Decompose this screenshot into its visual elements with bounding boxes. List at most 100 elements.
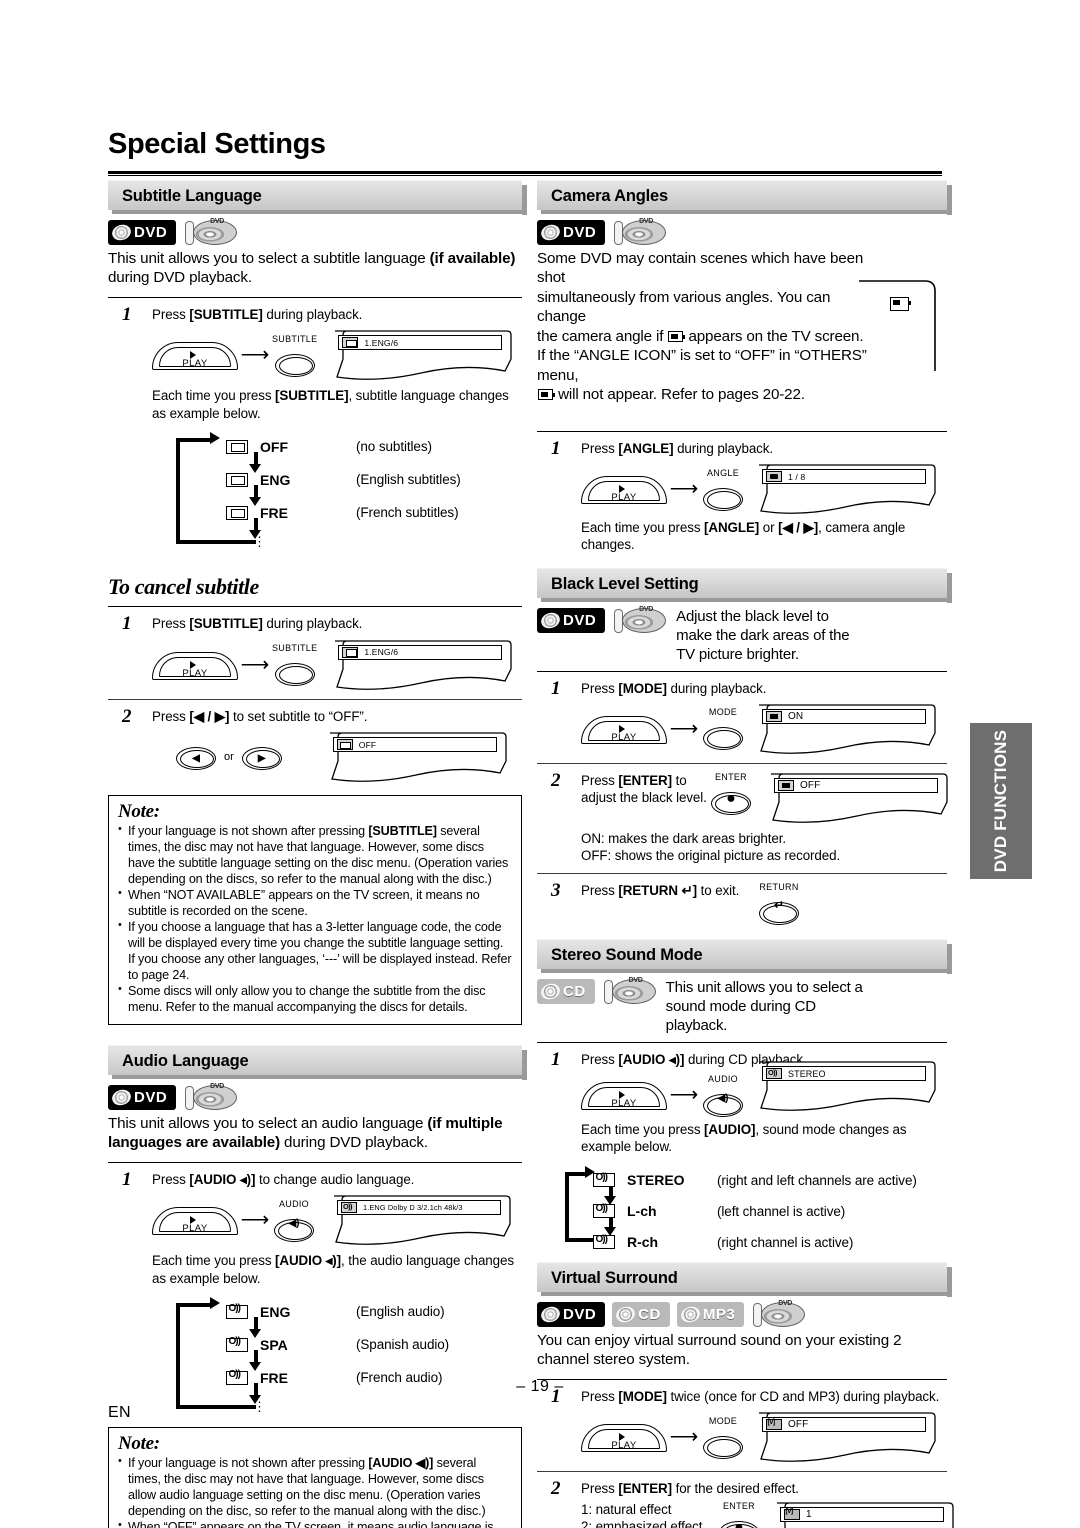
step-cancel-2: 2 Press [◀ / ▶] to set subtitle to “OFF”… — [108, 705, 522, 783]
step-number: 1 — [122, 303, 132, 325]
cycle-item: SPA (Spanish audio) — [108, 1328, 522, 1361]
divider — [537, 872, 947, 874]
subtitle-osd-icon — [336, 739, 353, 751]
black-level-desc-on: ON: makes the dark areas brighter. — [581, 830, 786, 846]
cycle-item: ENG (English subtitles) — [108, 463, 522, 496]
key-label: SUBTITLE — [272, 333, 318, 344]
arrow-right-icon: ⟶ — [669, 1426, 699, 1449]
osd-text: OFF — [800, 779, 821, 791]
key-cap: ↵ — [757, 893, 801, 925]
tv-screen-osd: STEREO — [753, 1060, 937, 1112]
remote-key-subtitle: SUBTITLE — [272, 643, 318, 687]
right-column: Camera Angles DVD DVD Some DVD may conta… — [537, 180, 954, 1528]
vsurround-desc-1: 1: natural effect — [581, 1501, 672, 1517]
audio-osd-icon — [766, 1068, 782, 1080]
note-box-audio: Note: If your language is not shown afte… — [108, 1427, 522, 1528]
section-heading-camera-angles: Camera Angles — [537, 180, 952, 215]
play-button-icon: PLAY — [152, 340, 238, 371]
osd-bar: 1.ENG Dolby D 3/2.1ch 48k/3 — [337, 1200, 501, 1216]
subtitle-osd-icon — [226, 472, 248, 487]
audio-osd-icon — [226, 1336, 248, 1352]
cycle-desc: (left channel is active) — [717, 1203, 846, 1219]
step-blacklevel-2: 2 Press [ENTER] to adjust the black leve… — [537, 770, 948, 865]
camera-angle-icon — [890, 297, 911, 311]
cycle-desc: (English audio) — [356, 1304, 445, 1319]
step-number: 2 — [122, 705, 132, 727]
cycle-item: OFF (no subtitles) — [108, 430, 522, 463]
note-box-subtitle: Note: If your language is not shown afte… — [108, 795, 522, 1025]
tv-screen-osd: 1.ENG/6 — [329, 329, 513, 381]
arrow-right-icon: ⟶ — [669, 717, 699, 740]
page-title: Special Settings — [108, 128, 326, 160]
media-badges-camera: DVD DVD — [537, 218, 947, 246]
tv-screen-osd: 1 — [771, 1501, 955, 1528]
note-list: If your language is not shown after pres… — [118, 1455, 512, 1528]
camera-angles-intro: Some DVD may contain scenes which have b… — [537, 250, 867, 404]
note-list: If your language is not shown after pres… — [118, 823, 512, 1016]
cycle-label: R-ch — [627, 1234, 659, 1251]
divider — [537, 762, 947, 764]
key-label: SUBTITLE — [272, 643, 318, 654]
title-divider — [108, 171, 942, 176]
section-heading-virtual-surround: Virtual Surround — [537, 1261, 952, 1297]
cycle-desc: (Spanish audio) — [356, 1337, 450, 1352]
osd-text: OFF — [788, 1419, 809, 1431]
step-blacklevel-3: 3 Press [RETURN ↵] to exit. RETURN ↵ — [537, 880, 947, 925]
subheading-to-cancel-subtitle: To cancel subtitle — [108, 574, 259, 600]
cycle-label: ENG — [260, 471, 291, 488]
black-level-icon — [766, 710, 782, 722]
dvd-tray-icon: DVD — [753, 1300, 806, 1328]
tv-screen-osd: 1.ENG Dolby D 3/2.1ch 48k/3 — [328, 1194, 512, 1246]
key-label: AUDIO — [278, 1198, 309, 1209]
badge-cd: CD — [537, 978, 595, 1004]
cycle-label: ENG — [260, 1303, 291, 1320]
audio-osd-icon — [341, 1202, 357, 1214]
step-audio-1: 1 Press [AUDIO ◂)] to change audio langu… — [108, 1168, 522, 1246]
cycle-label: OFF — [260, 438, 288, 455]
media-badges-stereo: CD DVD — [537, 977, 656, 1005]
media-badges-black-level: DVD DVD — [537, 606, 667, 634]
cycle-item: FRE (French subtitles) — [108, 496, 522, 529]
cycle-item: L-ch (left channel is active) — [537, 1195, 947, 1228]
key-cap: ◀) — [701, 1085, 745, 1117]
side-tab-label: DVD FUNCTIONS — [991, 729, 1010, 873]
step-number: 2 — [551, 1478, 561, 1500]
cycle-label: L-ch — [627, 1203, 657, 1220]
key-label: ENTER — [714, 771, 747, 782]
stereo-cycle-intro: Each time you press [AUDIO], sound mode … — [581, 1121, 907, 1155]
step-blacklevel-1: 1 Press [MODE] during playback. PLAY ⟶ M… — [537, 677, 947, 755]
divider — [537, 1041, 947, 1043]
arrow-right-icon: ⟶ — [240, 1209, 270, 1232]
audio-osd-icon — [593, 1234, 615, 1250]
tv-screen-osd: OFF — [753, 1411, 937, 1463]
disc-icon — [539, 981, 562, 1002]
step-angle-1: 1 Press [ANGLE] during playback. PLAY ⟶ … — [537, 438, 947, 515]
step-number: 1 — [122, 1168, 132, 1190]
play-button-icon: PLAY — [581, 1080, 667, 1111]
audio-cycle-intro: Each time you press [AUDIO ◂)], the audi… — [152, 1253, 514, 1286]
subtitle-cycle-intro: Each time you press [SUBTITLE], subtitle… — [152, 388, 509, 421]
audio-language-intro: This unit allows you to select an audio … — [108, 1114, 503, 1152]
black-level-desc-off: OFF: shows the original picture as recor… — [581, 848, 841, 864]
section-heading-stereo-sound-mode: Stereo Sound Mode — [537, 938, 952, 974]
arrow-right-icon: ⟶ — [669, 478, 699, 501]
step-number: 1 — [551, 677, 561, 699]
osd-bar: STEREO — [762, 1066, 926, 1082]
left-column: Subtitle Language DVD DVD This unit allo… — [108, 180, 527, 1528]
step-subtitle-1: 1 Press [SUBTITLE] during playback. PLAY… — [108, 303, 522, 381]
badge-dvd: DVD — [108, 220, 177, 245]
dvd-tray-icon: DVD — [614, 218, 667, 246]
arrow-right-icon: ⟶ — [240, 653, 270, 676]
osd-bar: OFF — [332, 737, 497, 753]
disc-icon — [539, 222, 562, 243]
camera-angle-icon — [668, 330, 686, 342]
arrow-right-icon: ⟶ — [669, 1084, 699, 1107]
arrow-right-icon: ⟶ — [240, 344, 270, 367]
badge-dvd: DVD — [108, 1084, 177, 1110]
audio-osd-icon — [226, 1303, 248, 1319]
step-number: 1 — [551, 1048, 561, 1070]
remote-key-enter: ENTER ● — [709, 772, 753, 815]
audio-osd-icon — [593, 1172, 615, 1188]
audio-cycle-diagram: ⋮ ENG (English audio) SPA (Spanish audio… — [108, 1295, 522, 1423]
divider — [108, 698, 522, 700]
